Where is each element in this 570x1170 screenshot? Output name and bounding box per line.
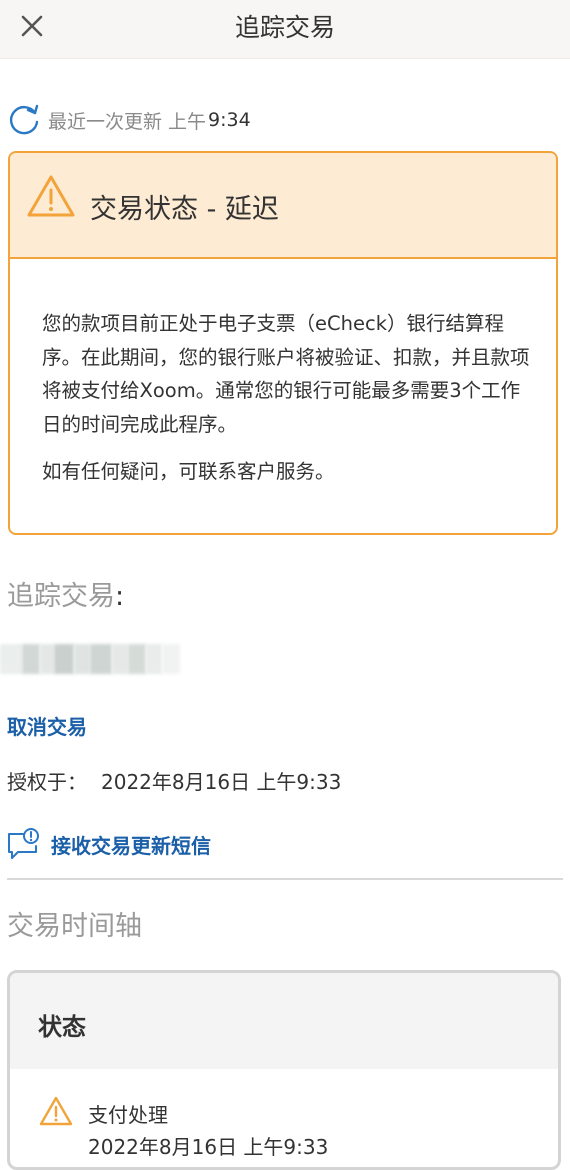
alert-contact-text: 如有任何疑问，可联系客户服务。	[42, 460, 335, 483]
tracking-label-text: 追踪交易	[7, 581, 115, 612]
last-updated-time: 9:34	[208, 109, 251, 131]
sms-updates-label: 接收交易更新短信	[51, 833, 211, 858]
timeline-heading: 交易时间轴	[7, 911, 142, 942]
alert-header: 交易状态 - 延迟	[10, 153, 556, 259]
tracking-number-redacted	[0, 644, 180, 674]
status-card-title: 状态	[38, 1013, 86, 1041]
status-card-header: 状态	[10, 973, 558, 1069]
alert-title: 交易状态 - 延迟	[90, 194, 279, 225]
refresh-icon[interactable]	[6, 102, 42, 138]
top-bar: 追踪交易	[0, 0, 570, 59]
authorized-at-row: 授权于： 2022年8月16日 上午9:33	[7, 766, 341, 795]
warning-icon	[39, 1096, 73, 1126]
status-alert: 交易状态 - 延迟 您的款项目前正处于电子支票（eCheck）银行结算程序。在此…	[8, 151, 558, 535]
authorized-label: 授权于：	[7, 770, 87, 794]
timeline-item-label: 支付处理	[88, 1103, 168, 1127]
authorized-value: 2022年8月16日 上午9:33	[101, 770, 342, 794]
alert-body: 您的款项目前正处于电子支票（eCheck）银行结算程序。在此期间，您的银行账户将…	[42, 307, 532, 489]
last-updated-label: 最近一次更新 上午	[48, 110, 207, 133]
message-icon	[8, 828, 39, 859]
page-title: 追踪交易	[234, 13, 335, 42]
sms-updates-link[interactable]: 接收交易更新短信	[5, 824, 211, 864]
last-updated-row: 最近一次更新 上午 9:34	[6, 102, 251, 138]
divider	[7, 878, 563, 880]
alert-message: 您的款项目前正处于电子支票（eCheck）银行结算程序。在此期间，您的银行账户将…	[42, 312, 530, 436]
warning-icon	[27, 175, 75, 217]
tracking-label-colon: :	[115, 581, 125, 612]
status-card: 状态 支付处理 2022年8月16日 上午9:33	[7, 970, 561, 1170]
cancel-transaction-link[interactable]: 取消交易	[7, 711, 87, 740]
tracking-number-label: 追踪交易:	[7, 574, 124, 613]
timeline-item-time: 2022年8月16日 上午9:33	[88, 1135, 329, 1159]
